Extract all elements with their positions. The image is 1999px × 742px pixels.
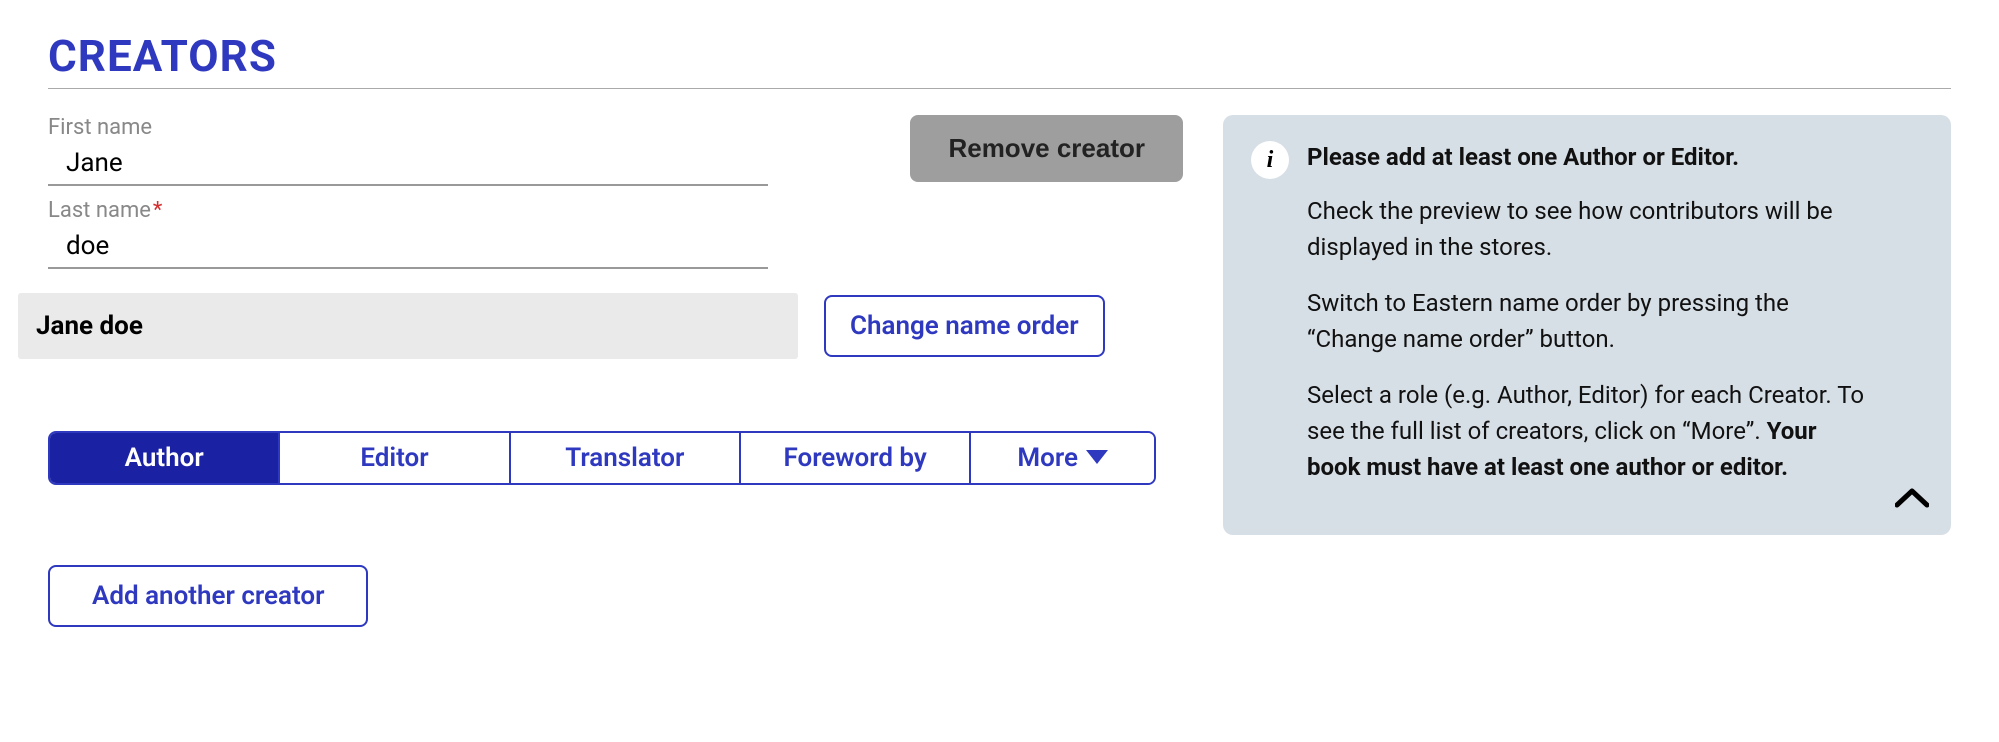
first-name-input[interactable]	[48, 144, 768, 186]
columns: First name Remove creator Last name* Jan…	[48, 115, 1951, 627]
collapse-panel-button[interactable]	[1895, 487, 1929, 513]
last-name-label-text: Last name	[48, 198, 151, 223]
info-column: i Please add at least one Author or Edit…	[1223, 115, 1951, 535]
preview-row: Jane doe Change name order	[48, 293, 1193, 359]
first-name-field: First name	[48, 115, 768, 186]
role-tab-author[interactable]: Author	[50, 433, 280, 483]
role-tab-foreword-by[interactable]: Foreword by	[741, 433, 971, 483]
first-name-row: First name Remove creator	[48, 115, 1193, 186]
last-name-row: Last name*	[48, 198, 1193, 269]
last-name-field: Last name*	[48, 198, 768, 269]
title-rule	[48, 88, 1951, 89]
add-another-creator-button[interactable]: Add another creator	[48, 565, 368, 627]
info-paragraph-3: Select a role (e.g. Author, Editor) for …	[1307, 377, 1873, 485]
info-heading: Please add at least one Author or Editor…	[1307, 139, 1873, 175]
remove-creator-button[interactable]: Remove creator	[910, 115, 1183, 182]
info-panel: i Please add at least one Author or Edit…	[1223, 115, 1951, 535]
info-paragraph-2: Switch to Eastern name order by pressing…	[1307, 285, 1873, 357]
role-tab-translator[interactable]: Translator	[511, 433, 741, 483]
creators-section: CREATORS First name Remove creator Last …	[0, 0, 1999, 627]
role-tab-label: Foreword by	[783, 443, 926, 473]
info-icon: i	[1251, 141, 1289, 179]
info-body: Please add at least one Author or Editor…	[1307, 139, 1923, 505]
role-tab-label: Author	[125, 443, 204, 473]
last-name-label: Last name*	[48, 198, 768, 223]
role-tab-editor[interactable]: Editor	[280, 433, 510, 483]
change-name-order-button[interactable]: Change name order	[824, 295, 1105, 357]
first-name-label: First name	[48, 115, 768, 140]
role-tab-label: Editor	[360, 443, 428, 473]
page-title: CREATORS	[48, 30, 1951, 82]
role-tab-label: More	[1017, 443, 1078, 473]
info-paragraph-1: Check the preview to see how contributor…	[1307, 193, 1873, 265]
role-tab-more[interactable]: More	[971, 433, 1154, 483]
last-name-input[interactable]	[48, 227, 768, 269]
required-star: *	[153, 198, 162, 223]
chevron-up-icon	[1895, 487, 1929, 509]
name-preview: Jane doe	[18, 293, 798, 359]
creator-form: First name Remove creator Last name* Jan…	[48, 115, 1193, 627]
role-tabs: Author Editor Translator Foreword by Mor…	[48, 431, 1156, 485]
chevron-down-icon	[1086, 450, 1108, 466]
role-tab-label: Translator	[565, 443, 684, 473]
